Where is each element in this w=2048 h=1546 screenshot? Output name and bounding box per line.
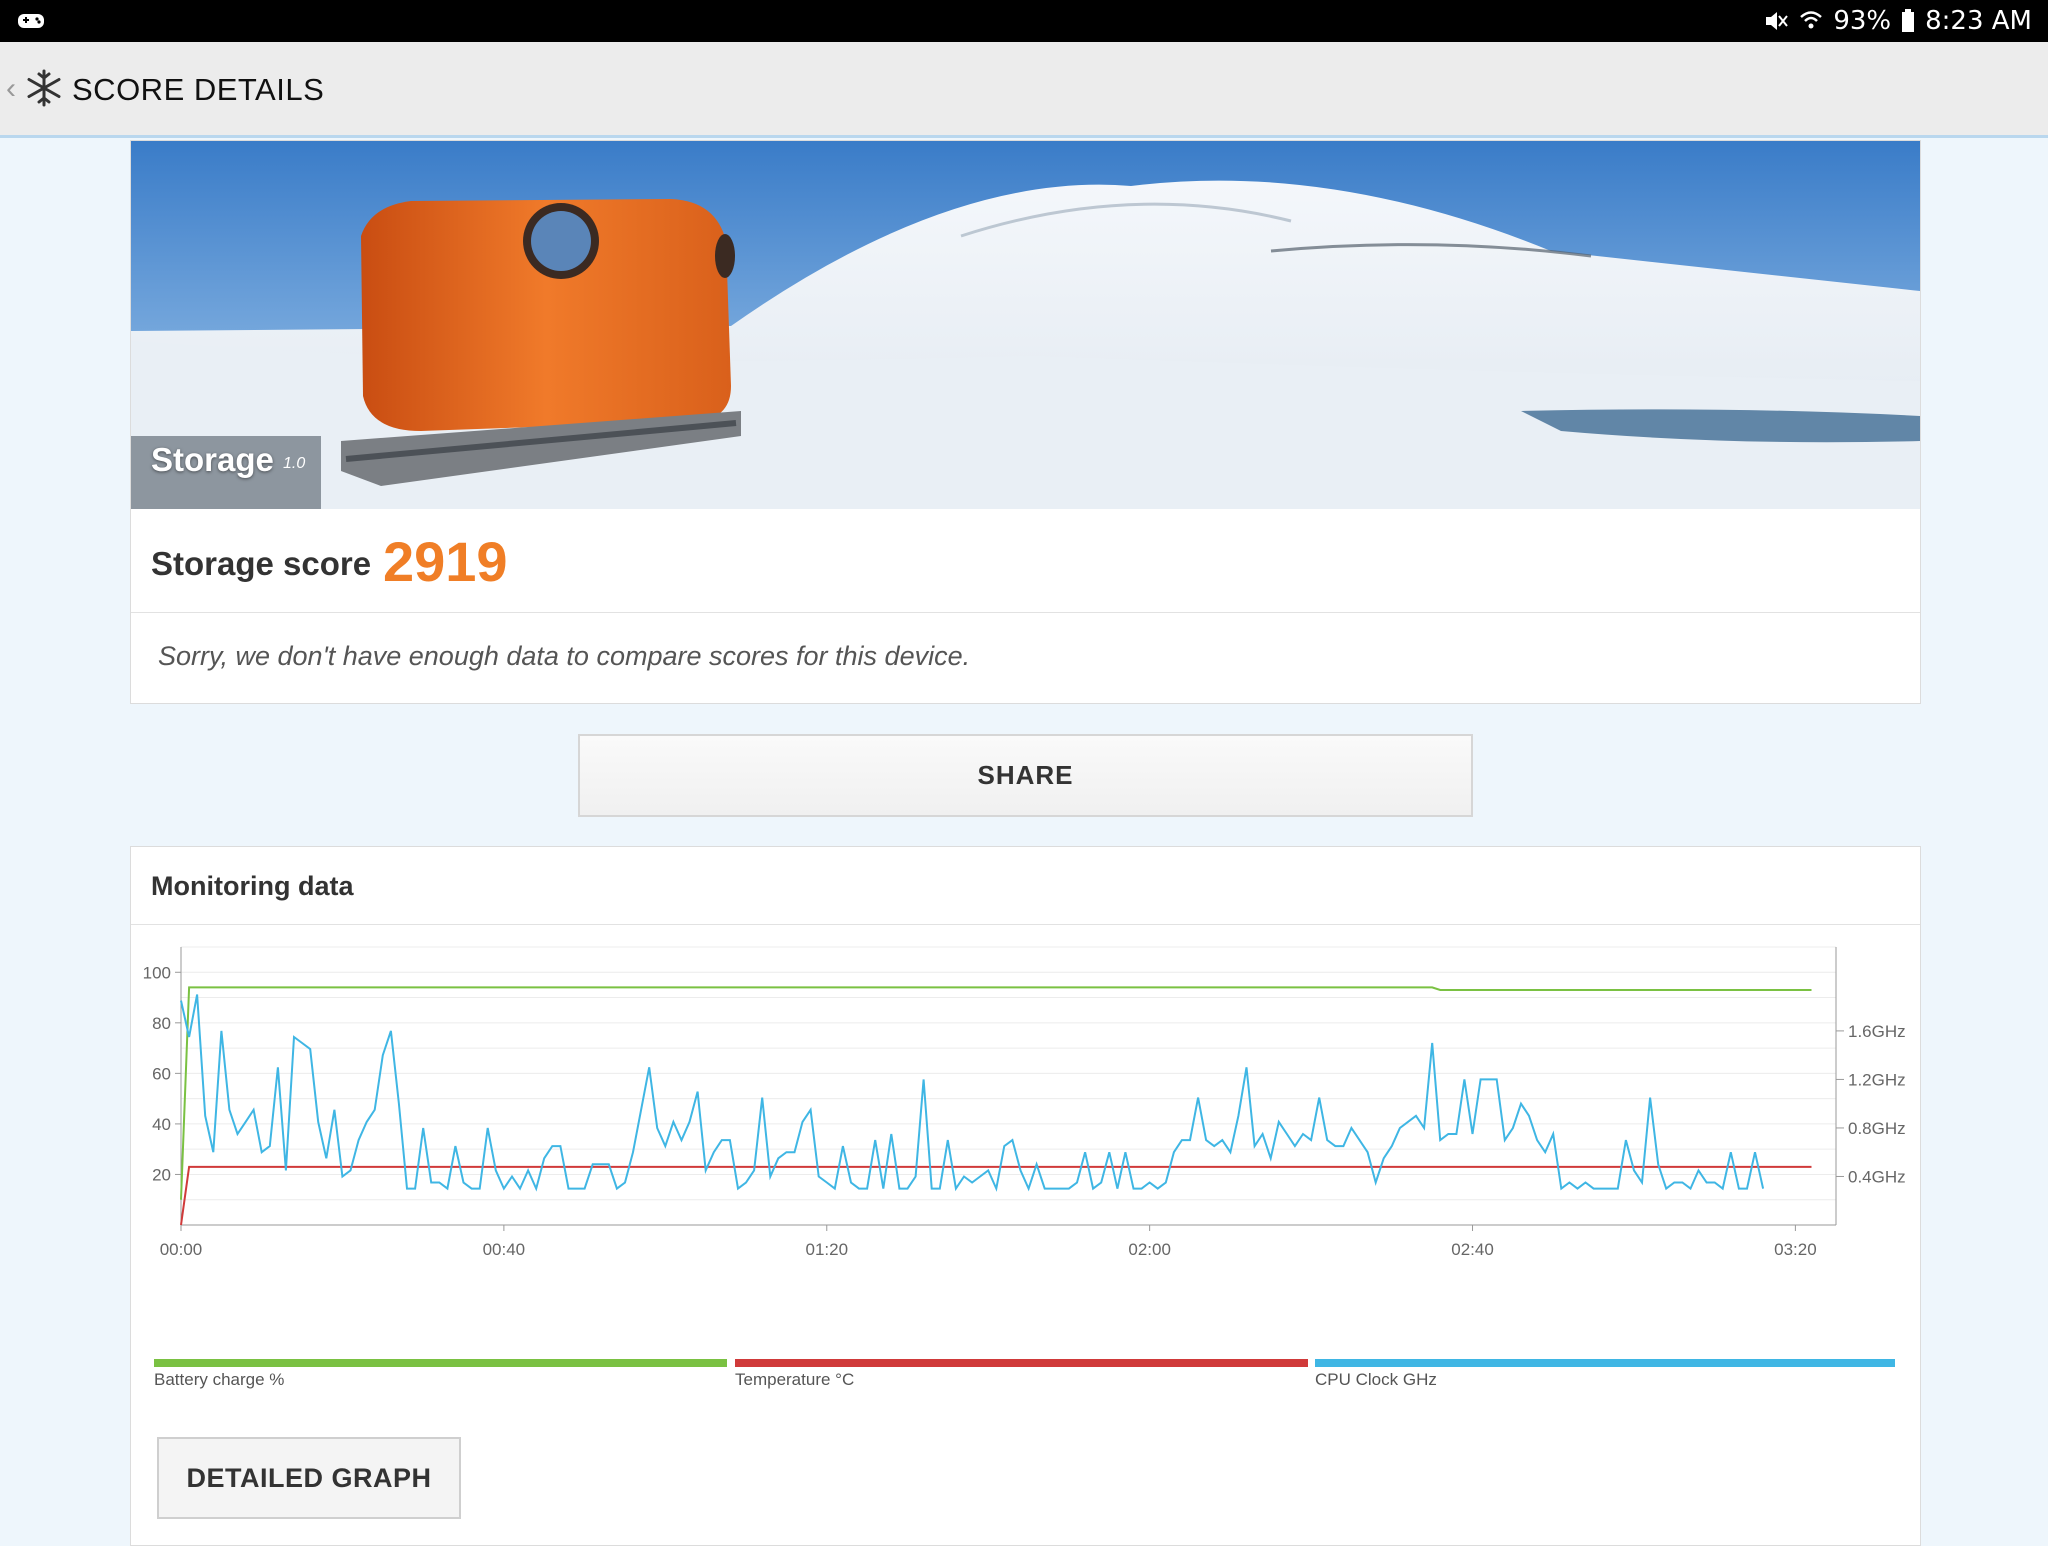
score-card: Storage 1.0 Storage score 2919 Sorry, we… [130,140,1921,704]
divider [131,612,1920,613]
x-tick-label: 02:40 [1451,1240,1494,1259]
share-button[interactable]: SHARE [578,734,1473,817]
test-version: 1.0 [283,455,306,472]
legend-temperature-bar [735,1359,1308,1367]
monitoring-chart: 100 80 60 40 20 1.6GHz 1.2GHz 0.8GHz 0.4GHz 00:00… [143,946,1906,1259]
legend-cpu-bar [1315,1359,1895,1367]
legend-battery-bar [154,1359,727,1367]
left-tick-label: 60 [152,1064,171,1083]
test-name: Storage [151,441,274,478]
monitoring-title: Monitoring data [151,871,354,901]
right-tick-label: 0.8GHz [1848,1119,1906,1138]
x-tick-label: 03:20 [1774,1240,1817,1259]
right-tick-label: 0.4GHz [1848,1167,1906,1186]
left-tick-label: 80 [152,1014,171,1033]
clock: 8:23 AM [1925,6,2032,36]
mute-icon [1766,12,1789,30]
snowflake-icon[interactable] [24,68,64,108]
right-tick-label: 1.6GHz [1848,1022,1906,1041]
wifi-icon [1800,11,1823,29]
compare-message: Sorry, we don't have enough data to comp… [158,641,971,671]
temperature-series-line [180,1165,1812,1226]
app-bar: ‹ SCORE DETAILS [0,42,2048,138]
legend-temperature-label: Temperature °C [735,1370,855,1389]
x-tick-label: 02:00 [1128,1240,1171,1259]
left-tick-label: 100 [143,963,171,982]
legend-battery-label: Battery charge % [154,1370,285,1389]
battery-icon [1902,9,1915,32]
monitoring-card: Monitoring data 100 80 60 40 20 1.6GHz 1.2GHz 0… [130,846,1921,1546]
battery-percent: 93% [1833,6,1892,36]
detailed-graph-button[interactable]: DETAILED GRAPH [157,1437,461,1519]
page-title: SCORE DETAILS [72,72,325,107]
right-tick-label: 1.2GHz [1848,1070,1906,1089]
score-label: Storage score [151,545,372,582]
storage-hero-image [131,141,1920,509]
status-bar: 93% 8:23 AM [0,0,2048,42]
legend-cpu-label: CPU Clock GHz [1315,1370,1437,1389]
cpu-clock-series-line [180,994,1765,1192]
chevron-left-icon[interactable]: ‹ [6,72,16,106]
x-tick-label: 00:00 [160,1240,203,1259]
left-tick-label: 40 [152,1115,171,1134]
x-tick-label: 01:20 [805,1240,848,1259]
game-controller-icon [18,14,44,28]
score-value: 2919 [383,530,508,593]
x-tick-label: 00:40 [483,1240,526,1259]
left-tick-label: 20 [152,1165,171,1184]
